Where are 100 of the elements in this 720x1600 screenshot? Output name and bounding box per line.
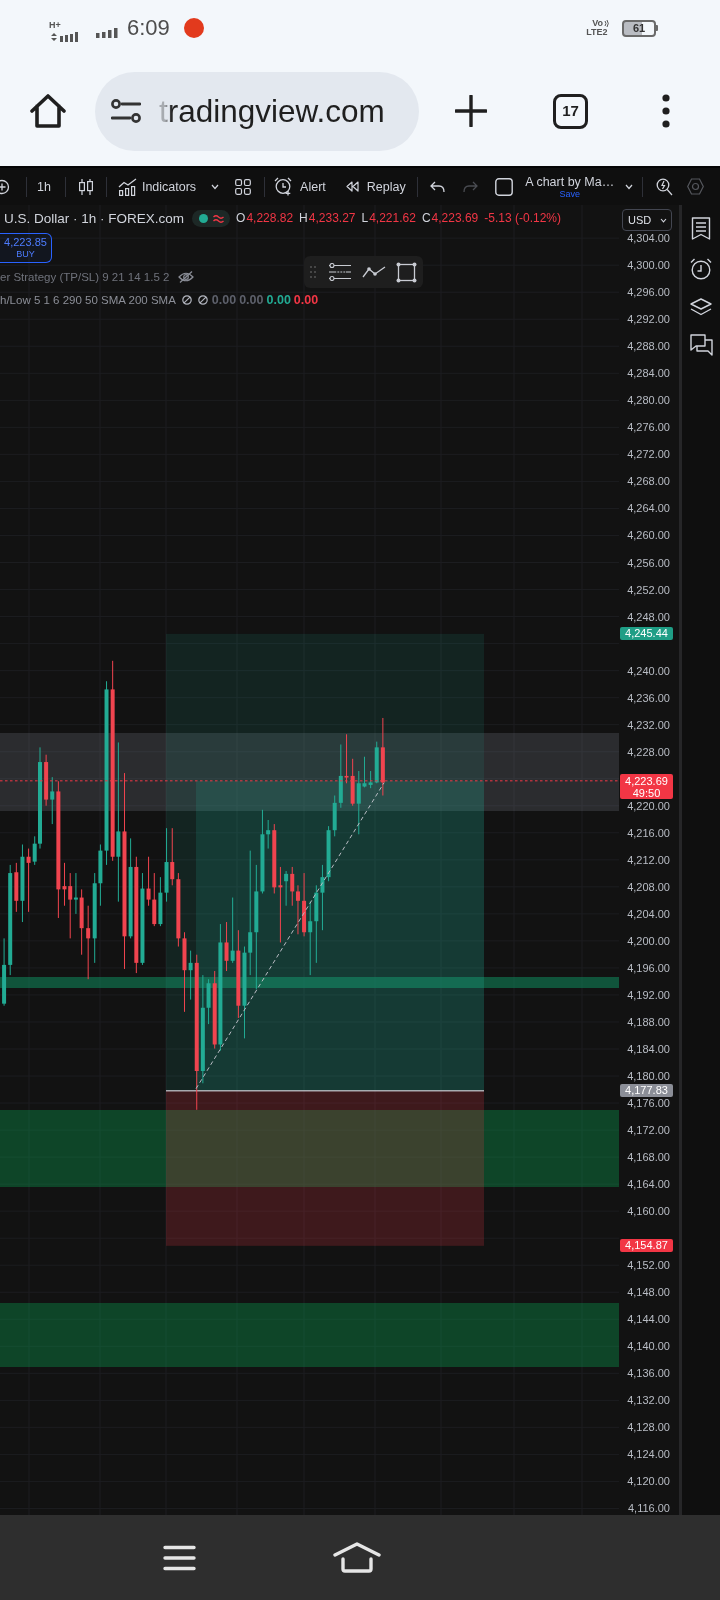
battery-indicator: 61 bbox=[622, 19, 656, 37]
home-icon[interactable] bbox=[333, 1542, 381, 1573]
signal-icon bbox=[51, 31, 80, 42]
square-outline-icon[interactable] bbox=[494, 177, 513, 196]
caret-icon[interactable] bbox=[624, 183, 633, 190]
trend-line[interactable] bbox=[195, 782, 385, 1090]
lte-label: LTE2 bbox=[586, 28, 608, 37]
site-settings-icon[interactable] bbox=[111, 99, 141, 123]
price-tick-label: 4,252.00 bbox=[627, 583, 670, 596]
new-tab-icon[interactable] bbox=[455, 95, 487, 127]
settings-icon[interactable] bbox=[686, 178, 704, 195]
indicator-value: 0.00 bbox=[239, 292, 264, 308]
layout-name[interactable]: A chart by Ma… bbox=[525, 174, 615, 189]
price-tick-label: 4,300.00 bbox=[627, 259, 670, 272]
circle-slash-icon bbox=[181, 295, 192, 305]
price-tick-label: 4,148.00 bbox=[627, 1286, 670, 1299]
price-tick-label: 4,268.00 bbox=[627, 475, 670, 488]
price-tick-label: 4,208.00 bbox=[627, 880, 670, 893]
price-tick-label: 4,172.00 bbox=[627, 1124, 670, 1137]
more-options-icon[interactable] bbox=[662, 94, 670, 128]
magnifier-icon[interactable] bbox=[655, 177, 673, 196]
status-dot-icon bbox=[198, 214, 208, 223]
caret-icon bbox=[660, 217, 667, 223]
price-tick-label: 4,144.00 bbox=[627, 1313, 670, 1326]
indicators-button[interactable]: Indicators bbox=[117, 177, 197, 196]
rewind-icon bbox=[345, 181, 359, 192]
replay-button[interactable]: Replay bbox=[345, 178, 406, 195]
level-band[interactable] bbox=[0, 977, 619, 988]
url-text[interactable]: tradingview.com bbox=[159, 93, 385, 129]
currency-dropdown[interactable]: USD bbox=[622, 209, 672, 231]
price-tick-label: 4,128.00 bbox=[627, 1421, 670, 1434]
address-bar[interactable]: tradingview.com bbox=[95, 71, 419, 151]
price-tick-label: 4,176.00 bbox=[627, 1097, 670, 1110]
rectangle-tool-icon[interactable] bbox=[396, 261, 417, 283]
undo-icon[interactable] bbox=[429, 180, 445, 193]
price-tick-label: 4,296.00 bbox=[627, 286, 670, 299]
price-tick-label: 4,236.00 bbox=[627, 691, 670, 704]
price-tick-label: 4,216.00 bbox=[627, 826, 670, 839]
menu-icon[interactable] bbox=[163, 1544, 196, 1571]
price-tick-label: 4,188.00 bbox=[627, 1015, 670, 1028]
alarm-clock-icon[interactable] bbox=[690, 258, 712, 280]
price-change: -5.13 (-0.12%) bbox=[484, 211, 561, 226]
indicator-name[interactable]: er Strategy (TP/SL) 9 21 14 1.5 2 bbox=[0, 269, 170, 285]
alarm-plus-icon bbox=[274, 177, 294, 196]
network-type-label: H+ bbox=[49, 20, 61, 30]
price-tick-label: 4,260.00 bbox=[627, 529, 670, 542]
interval-button[interactable]: 1h bbox=[37, 178, 51, 195]
price-tick-label: 4,184.00 bbox=[627, 1043, 670, 1055]
ohlc-value: O4,228.82 bbox=[236, 211, 294, 226]
price-tick-label: 4,200.00 bbox=[627, 934, 670, 947]
price-tick-label: 4,124.00 bbox=[627, 1448, 670, 1461]
chat-bubbles-icon[interactable] bbox=[689, 334, 713, 357]
market-status-indicator[interactable] bbox=[192, 210, 231, 227]
ohlc-value: H4,233.27 bbox=[299, 211, 356, 226]
price-label: 4,154.87 bbox=[620, 1239, 673, 1253]
buy-button[interactable]: 4,223.85 BUY bbox=[0, 233, 52, 263]
range-zone[interactable] bbox=[0, 733, 619, 811]
price-tick-label: 4,228.00 bbox=[627, 745, 670, 758]
price-tick-label: 4,280.00 bbox=[627, 394, 670, 407]
price-tick-label: 4,304.00 bbox=[627, 232, 670, 245]
call-waves-icon bbox=[604, 20, 609, 27]
price-tick-label: 4,152.00 bbox=[627, 1259, 670, 1272]
candles-icon[interactable] bbox=[77, 177, 94, 196]
signal-icon bbox=[96, 27, 118, 38]
tab-switcher-button[interactable]: 17 bbox=[553, 93, 588, 129]
price-tick-label: 4,132.00 bbox=[627, 1394, 670, 1407]
layers-icon[interactable] bbox=[690, 298, 712, 316]
price-tick-label: 4,264.00 bbox=[627, 502, 670, 515]
save-link[interactable]: Save bbox=[559, 188, 580, 199]
alert-button[interactable]: Alert bbox=[274, 177, 326, 196]
price-tick-label: 4,288.00 bbox=[627, 340, 670, 353]
trend-line-icon[interactable] bbox=[362, 265, 386, 279]
caret-icon[interactable] bbox=[211, 183, 220, 190]
circle-slash-icon bbox=[197, 295, 208, 305]
eye-crossed-icon[interactable] bbox=[178, 271, 195, 283]
home-icon[interactable] bbox=[30, 94, 66, 128]
price-tick-label: 4,116.00 bbox=[628, 1502, 670, 1515]
price-tick-label: 4,192.00 bbox=[627, 988, 670, 1001]
indicator-value: 0.00 bbox=[266, 292, 291, 308]
price-tick-label: 4,292.00 bbox=[627, 313, 670, 326]
document-list-icon[interactable] bbox=[691, 217, 711, 240]
price-tick-label: 4,284.00 bbox=[627, 367, 670, 380]
price-tick-label: 4,160.00 bbox=[627, 1205, 670, 1218]
ohlc-value: C4,223.69 bbox=[421, 211, 479, 226]
profit-target-area[interactable] bbox=[166, 633, 484, 1091]
volte-label: Vo bbox=[592, 19, 603, 28]
grid-icon[interactable] bbox=[235, 178, 252, 195]
price-tick-label: 4,204.00 bbox=[627, 907, 670, 920]
ohlc-value: L4,221.62 bbox=[361, 211, 416, 226]
wave-icon bbox=[212, 214, 224, 223]
line-settings-icon[interactable] bbox=[328, 263, 352, 281]
entry-line[interactable] bbox=[166, 1090, 484, 1092]
price-tick-label: 4,240.00 bbox=[627, 664, 670, 677]
price-tick-label: 4,136.00 bbox=[627, 1367, 670, 1380]
indicator-name[interactable]: h/Low 5 1 6 290 50 SMA 200 SMA bbox=[0, 292, 176, 308]
symbol-title[interactable]: U.S. Dollar · 1h · FOREX.com bbox=[4, 210, 185, 227]
status-dot-icon bbox=[183, 18, 204, 38]
countdown-timer: 49:50 bbox=[632, 786, 661, 799]
price-tick-label: 4,196.00 bbox=[627, 961, 670, 974]
drag-handle-icon[interactable] bbox=[310, 266, 316, 278]
